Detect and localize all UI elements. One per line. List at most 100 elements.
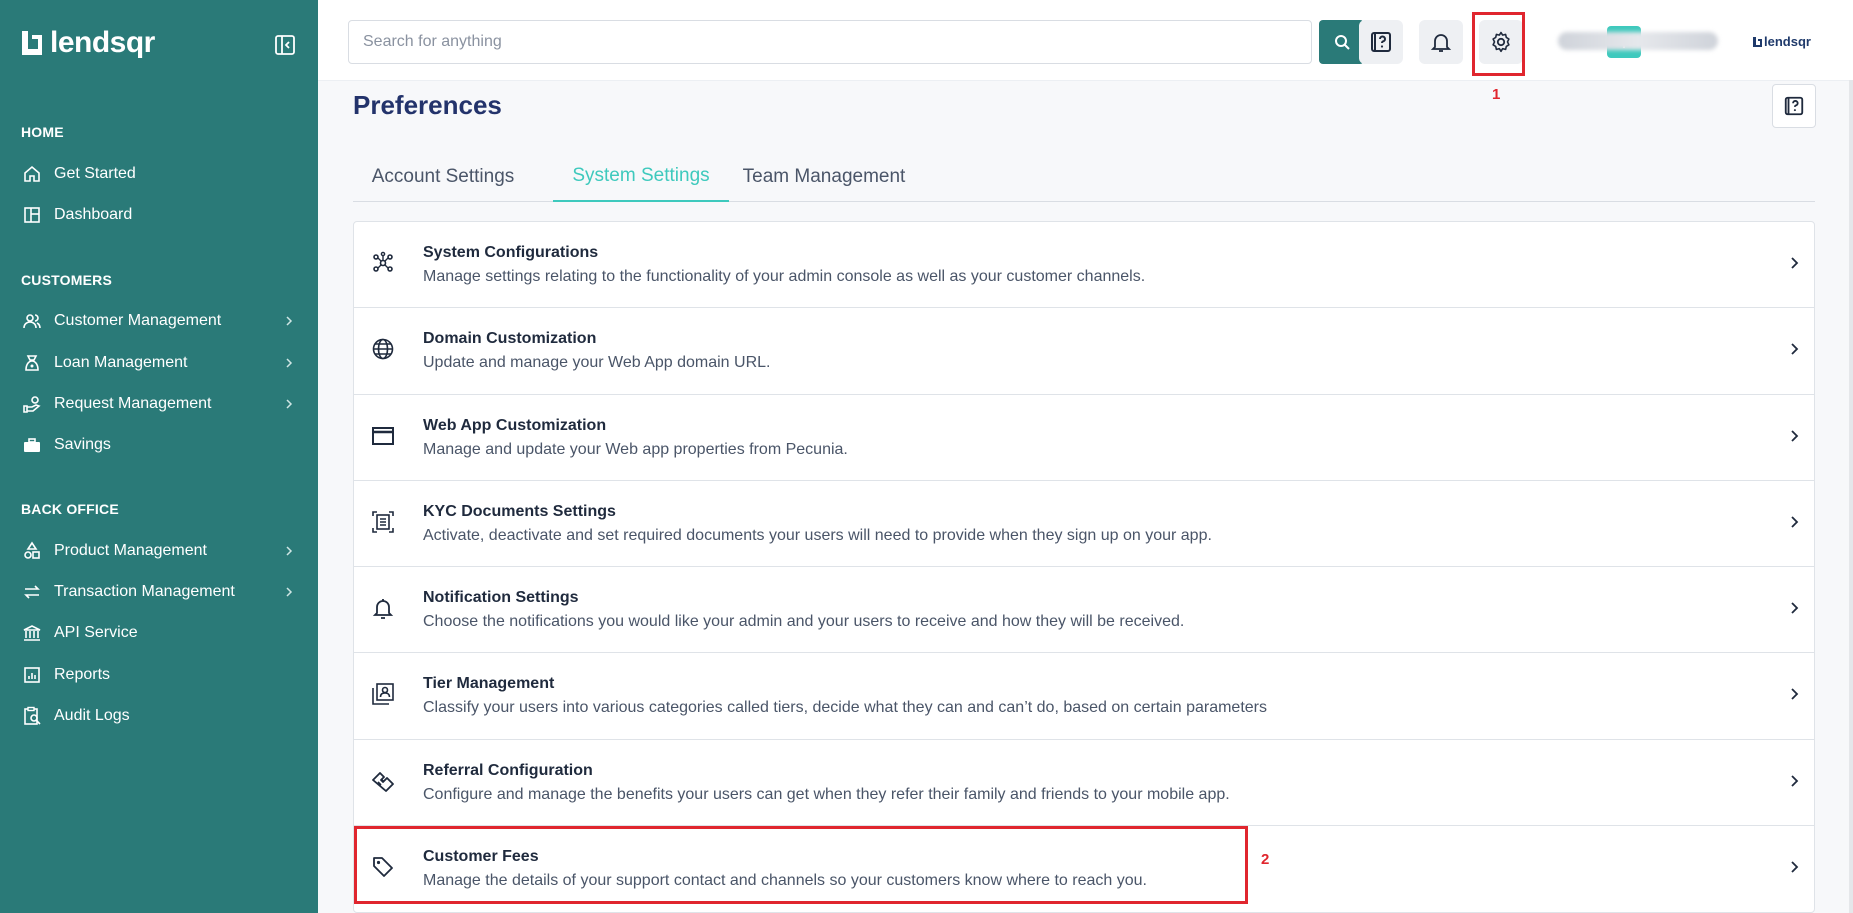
chevron-right-icon	[286, 587, 293, 597]
sidebar-item-label: Reports	[54, 666, 111, 683]
sidebar-item-get-started[interactable]: Get Started	[0, 155, 318, 193]
setting-row-domain-customization[interactable]: Domain Customization Update and manage y…	[354, 308, 1814, 395]
sidebar-item-label: Transaction Management	[54, 583, 235, 600]
setting-description: Manage settings relating to the function…	[423, 268, 1146, 285]
sidebar-item-label: Audit Logs	[54, 707, 130, 724]
bell-icon	[370, 595, 396, 621]
notifications-button[interactable]	[1419, 20, 1463, 64]
sidebar: lendsqr HOME CUSTOMERS BACK OFFICE Get S…	[0, 0, 318, 913]
sidebar-item-loan-management[interactable]: Loan Management	[0, 344, 318, 382]
sidebar-item-savings[interactable]: Savings	[0, 426, 318, 464]
setting-description: Manage and update your Web app propertie…	[423, 440, 848, 458]
setting-row-kyc-documents-settings[interactable]: KYC Documents Settings Activate, deactiv…	[354, 481, 1814, 568]
product-icon	[22, 541, 42, 561]
annotation-box-1	[1472, 12, 1525, 76]
setting-description: Choose the notifications you would like …	[423, 613, 1185, 631]
setting-row-system-configurations[interactable]: System Configurations Manage settings re…	[354, 222, 1814, 309]
sidebar-item-label: Customer Management	[54, 312, 222, 329]
loan-icon	[22, 353, 42, 373]
annotation-box-2	[354, 826, 1248, 904]
sidebar-item-request-management[interactable]: Request Management	[0, 385, 318, 423]
sidebar-item-product-management[interactable]: Product Management	[0, 532, 318, 570]
setting-row-referral-configuration[interactable]: Referral Configuration Configure and man…	[354, 740, 1814, 827]
search-input[interactable]	[348, 20, 1312, 64]
home-icon	[22, 164, 42, 184]
sidebar-item-api-service[interactable]: API Service	[0, 614, 318, 652]
setting-title: Notification Settings	[423, 589, 579, 607]
collapse-sidebar-icon[interactable]	[274, 34, 296, 56]
sidebar-item-reports[interactable]: Reports	[0, 656, 318, 694]
window-icon	[370, 423, 396, 449]
sidebar-item-transaction-management[interactable]: Transaction Management	[0, 573, 318, 611]
annotation-label-2: 2	[1261, 851, 1270, 868]
brand-logo[interactable]: lendsqr	[20, 26, 155, 60]
brand-name: lendsqr	[50, 26, 155, 59]
lendsqr-logo-icon	[22, 31, 42, 55]
sidebar-item-label: API Service	[54, 624, 138, 641]
topbar: 1 lendsqr	[318, 0, 1853, 103]
sidebar-item-dashboard[interactable]: Dashboard	[0, 196, 318, 234]
tab-account-settings[interactable]: Account Settings	[353, 152, 533, 202]
savings-icon	[22, 435, 42, 455]
main-content: Preferences Account Settings System Sett…	[318, 80, 1853, 913]
setting-row-notification-settings[interactable]: Notification Settings Choose the notific…	[354, 567, 1814, 654]
transaction-icon	[22, 582, 42, 602]
search-icon	[1334, 35, 1350, 50]
help-book-icon	[1784, 96, 1804, 116]
section-home: HOME	[21, 124, 64, 140]
sidebar-item-audit-logs[interactable]: Audit Logs	[0, 697, 318, 735]
network-icon	[370, 250, 396, 276]
sidebar-item-label: Dashboard	[54, 206, 133, 223]
chevron-right-icon	[1791, 861, 1799, 873]
bell-icon	[1430, 34, 1452, 52]
setting-row-web-app-customization[interactable]: Web App Customization Manage and update …	[354, 395, 1814, 481]
section-customers: CUSTOMERS	[21, 272, 112, 288]
sidebar-item-label: Request Management	[54, 395, 212, 412]
sidebar-item-customer-management[interactable]: Customer Management	[0, 302, 318, 340]
tab-team-management[interactable]: Team Management	[737, 152, 911, 202]
setting-title: Web App Customization	[423, 416, 607, 434]
chevron-right-icon	[1791, 688, 1799, 701]
chevron-right-icon	[286, 316, 293, 326]
search-button[interactable]	[1319, 20, 1364, 64]
tab-system-settings[interactable]: System Settings	[553, 152, 729, 202]
setting-title: KYC Documents Settings	[423, 502, 616, 520]
setting-title: Referral Configuration	[423, 761, 593, 779]
section-back-office: BACK OFFICE	[21, 501, 119, 517]
chevron-right-icon	[1791, 257, 1799, 269]
audit-icon	[22, 706, 42, 726]
settings-tabs: Account Settings System Settings Team Ma…	[353, 152, 1815, 202]
sidebar-item-label: Savings	[54, 436, 111, 453]
setting-description: Activate, deactivate and set required do…	[423, 526, 1212, 544]
setting-description: Classify your users into various categor…	[423, 699, 1267, 717]
setting-description: Update and manage your Web App domain UR…	[423, 354, 771, 372]
setting-title: Domain Customization	[423, 330, 597, 348]
org-brand-logo: lendsqr	[1752, 34, 1811, 49]
reports-icon	[22, 665, 42, 685]
chevron-right-icon	[1791, 429, 1799, 442]
sidebar-item-label: Loan Management	[54, 354, 188, 371]
user-name-blurred[interactable]	[1558, 32, 1718, 50]
setting-description: Configure and manage the benefits your u…	[423, 785, 1230, 803]
help-button[interactable]	[1359, 20, 1403, 64]
sidebar-item-label: Product Management	[54, 542, 207, 559]
scrollbar-track[interactable]	[1849, 80, 1853, 913]
lendsqr-logo-icon	[1753, 36, 1762, 47]
chevron-right-icon	[1791, 343, 1799, 355]
dashboard-icon	[22, 205, 42, 225]
chevron-right-icon	[1791, 602, 1799, 614]
bank-icon	[22, 623, 42, 643]
chevron-right-icon	[286, 399, 293, 409]
handshake-icon	[370, 768, 396, 794]
chevron-right-icon	[286, 546, 293, 556]
tier-icon	[370, 681, 396, 707]
sidebar-item-label: Get Started	[54, 165, 136, 182]
setting-title: System Configurations	[423, 244, 599, 261]
page-help-button[interactable]	[1772, 84, 1816, 128]
page-title: Preferences	[353, 90, 502, 120]
setting-title: Tier Management	[423, 675, 555, 693]
request-icon	[22, 394, 42, 414]
chevron-right-icon	[286, 358, 293, 368]
setting-row-tier-management[interactable]: Tier Management Classify your users into…	[354, 653, 1814, 740]
org-brand-name: lendsqr	[1764, 34, 1811, 49]
